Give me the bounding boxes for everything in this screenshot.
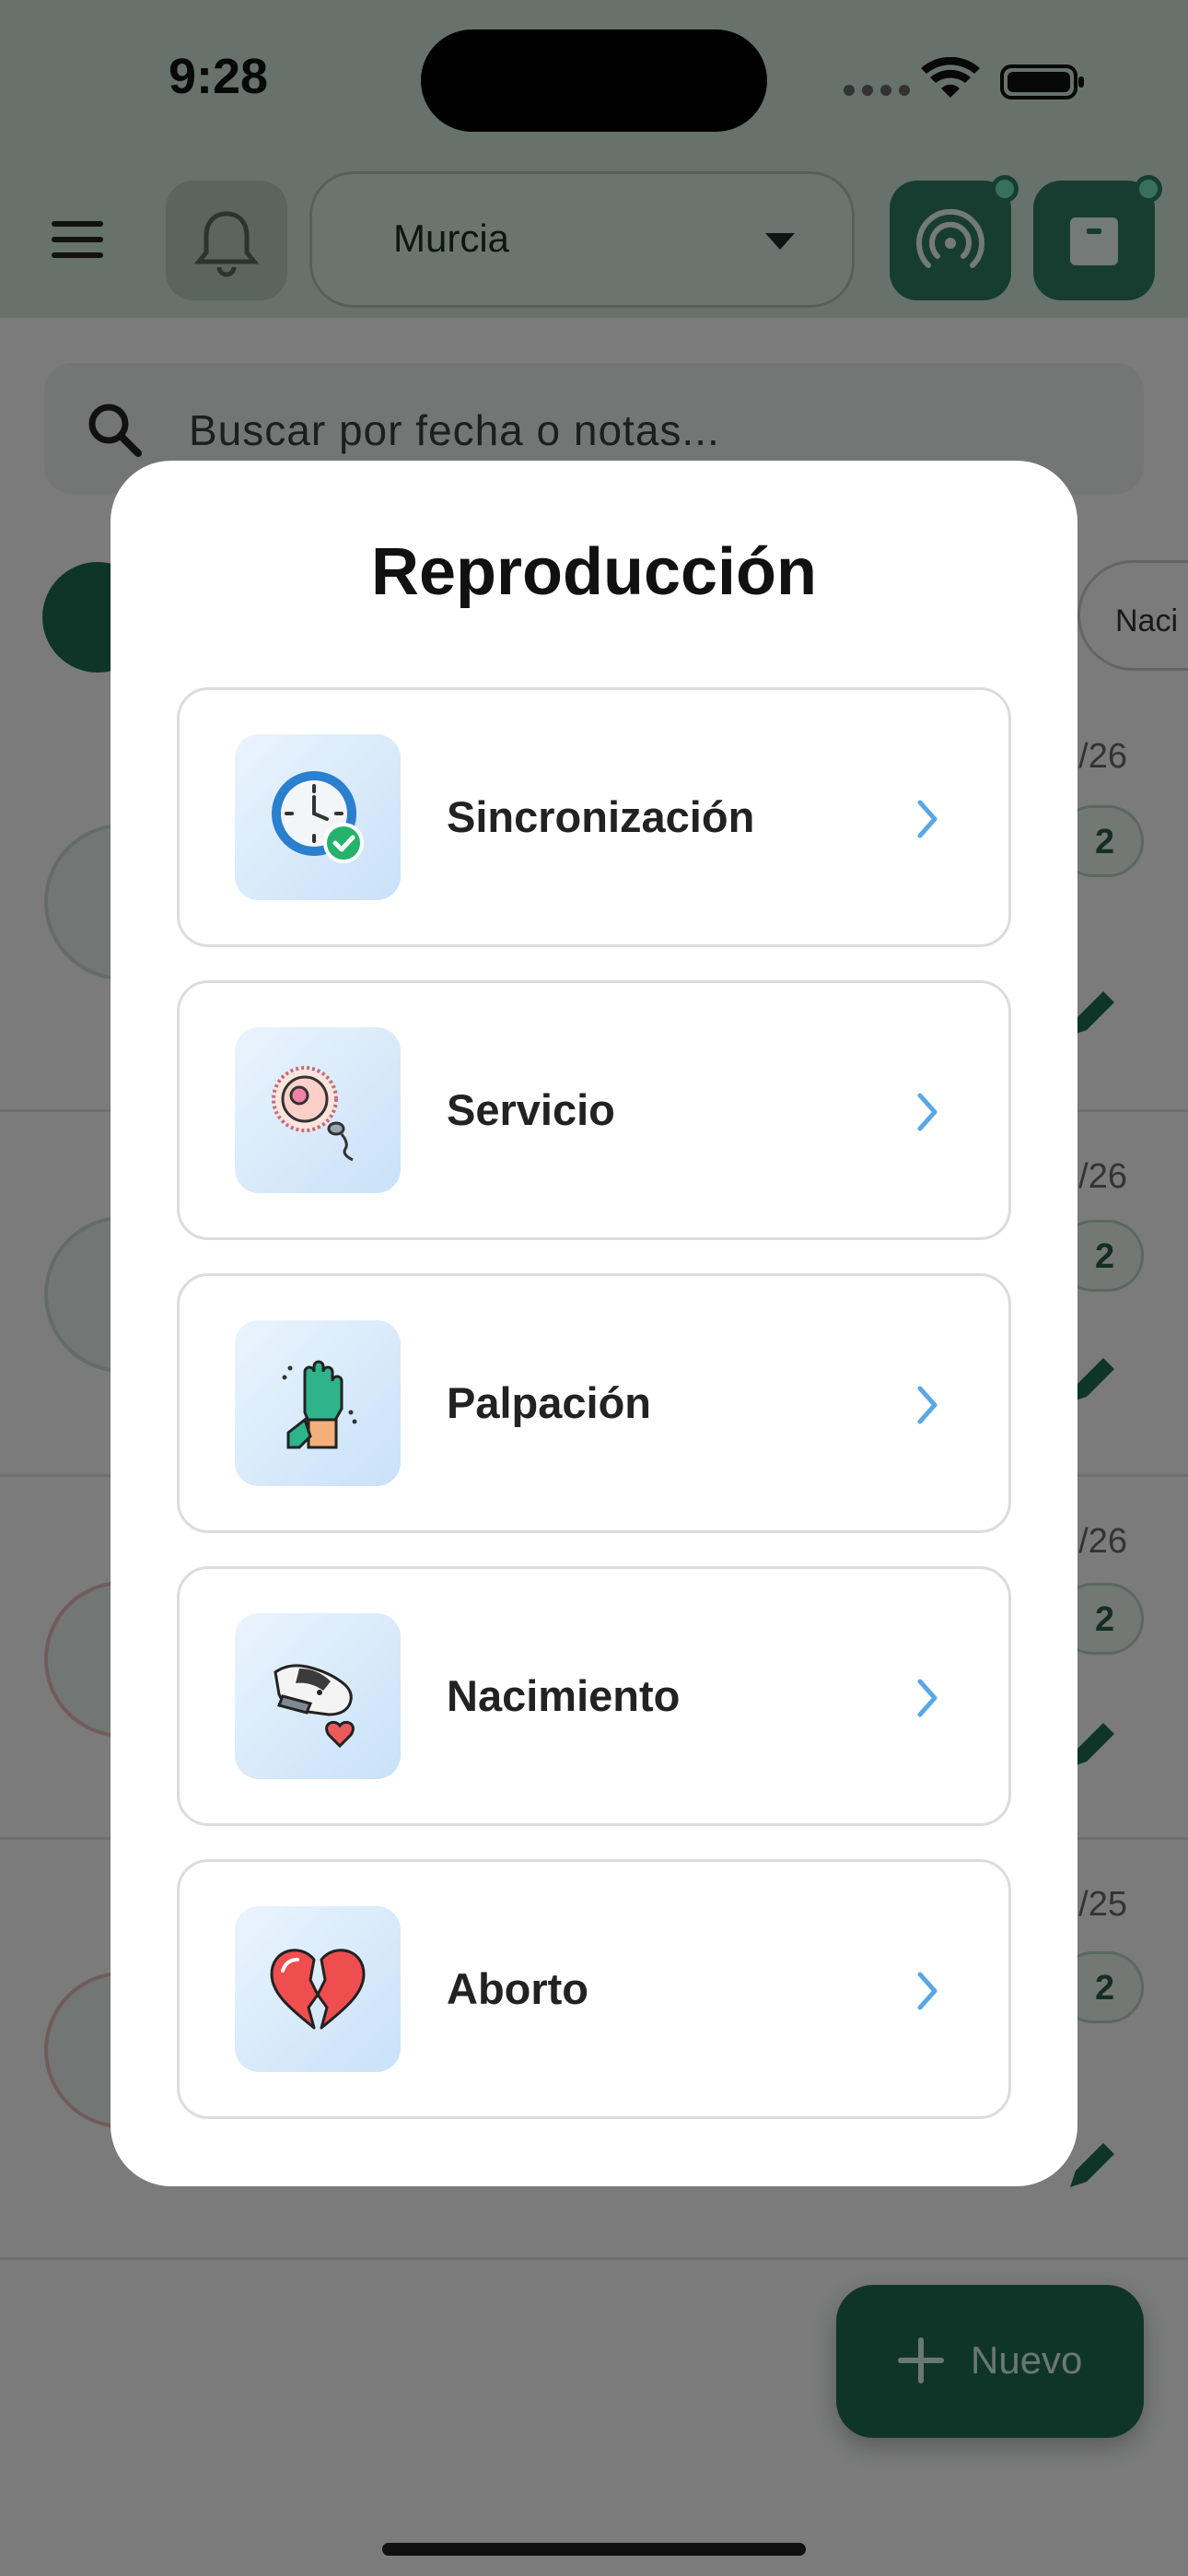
option-icon-container — [235, 1906, 401, 2072]
home-indicator[interactable] — [382, 2543, 806, 2556]
chevron-right-icon — [917, 1093, 938, 1131]
clock-check-icon — [272, 771, 364, 863]
option-icon-container — [235, 734, 401, 900]
option-sincronizacion[interactable]: Sincronización — [177, 687, 1011, 947]
option-label: Palpación — [447, 1378, 652, 1427]
calf-birth-icon — [274, 1664, 355, 1749]
option-nacimiento[interactable]: Nacimiento — [177, 1566, 1011, 1826]
egg-sperm-icon — [272, 1066, 354, 1162]
option-palpacion[interactable]: Palpación — [177, 1273, 1011, 1533]
option-aborto[interactable]: Aborto — [177, 1859, 1011, 2119]
option-label: Nacimiento — [447, 1671, 681, 1720]
option-icon-container — [235, 1613, 401, 1779]
option-label: Aborto — [447, 1964, 589, 2013]
dialog-title: Reproducción — [370, 535, 818, 609]
chevron-right-icon — [917, 1386, 938, 1424]
option-icon-container — [235, 1027, 401, 1193]
option-servicio[interactable]: Servicio — [177, 980, 1011, 1240]
glove-hand-icon — [282, 1360, 357, 1449]
chevron-right-icon — [917, 1972, 938, 2010]
option-icon-container — [235, 1320, 401, 1486]
chevron-right-icon — [917, 1679, 938, 1717]
reproduction-dialog: Reproducción Sincronización Servicio Pal… — [111, 461, 1077, 2186]
broken-heart-icon — [270, 1949, 366, 2030]
option-label: Servicio — [447, 1085, 615, 1134]
chevron-right-icon — [917, 800, 938, 838]
option-label: Sincronización — [447, 792, 755, 841]
